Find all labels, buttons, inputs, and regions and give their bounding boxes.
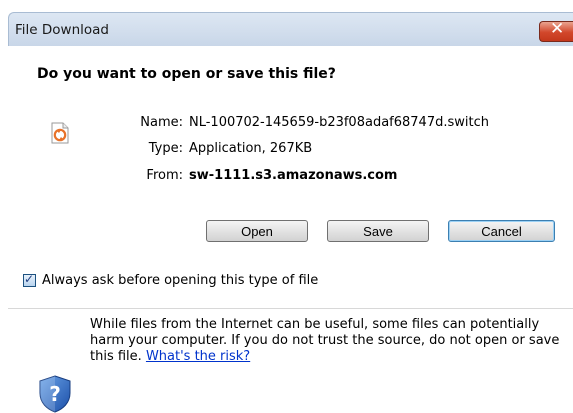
- type-label: Type:: [148, 141, 183, 156]
- dialog-question: Do you want to open or save this file?: [37, 66, 336, 82]
- close-icon: ✕: [550, 19, 565, 39]
- always-ask-checkbox[interactable]: ✓: [23, 272, 36, 287]
- divider: [8, 308, 573, 309]
- dialog-body: Do you want to open or save this file? N…: [8, 46, 573, 413]
- open-button[interactable]: Open: [206, 220, 308, 242]
- cancel-button[interactable]: Cancel: [448, 220, 555, 242]
- security-warning: While files from the Internet can be use…: [90, 317, 560, 365]
- type-value: Application, 267KB: [189, 141, 313, 156]
- name-label: Name:: [140, 115, 183, 130]
- title-bar[interactable]: File Download ✕: [8, 12, 573, 47]
- window-title: File Download: [15, 22, 109, 38]
- window-left-edge: [0, 0, 8, 403]
- svg-text:?: ?: [49, 382, 61, 406]
- from-value: sw-1111.s3.amazonaws.com: [189, 168, 398, 183]
- from-label: From:: [146, 168, 183, 183]
- checkmark-icon: ✓: [24, 272, 35, 286]
- save-button[interactable]: Save: [327, 220, 429, 242]
- shield-question-icon: ?: [39, 375, 71, 413]
- always-ask-label[interactable]: Always ask before opening this type of f…: [42, 273, 318, 288]
- close-button[interactable]: ✕: [539, 19, 573, 42]
- name-value: NL-100702-145659-b23f08adaf68747d.switch: [189, 115, 489, 130]
- whats-the-risk-link[interactable]: What's the risk?: [146, 349, 250, 364]
